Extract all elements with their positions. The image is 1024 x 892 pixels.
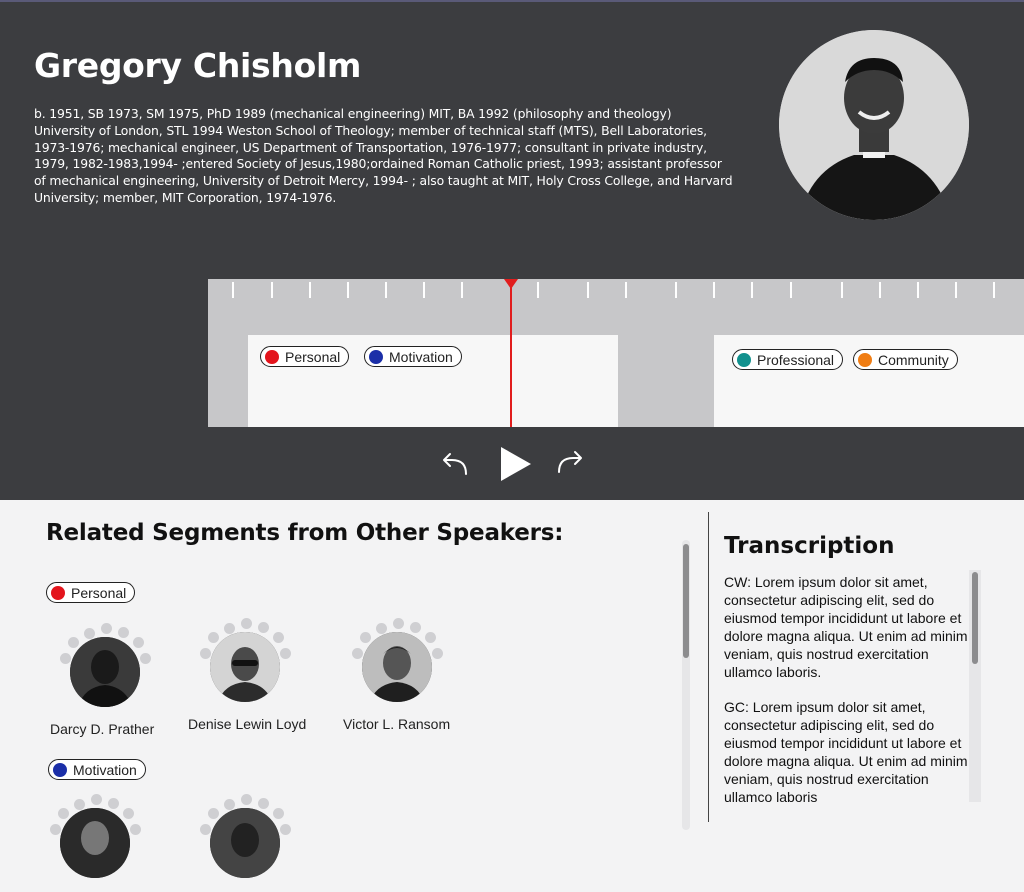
ruler-tick (347, 282, 349, 298)
ruler-tick (423, 282, 425, 298)
ruler-tick (309, 282, 311, 298)
speaker-ring (56, 623, 154, 721)
tag-label: Professional (757, 351, 835, 368)
segment-timeline[interactable]: Personal Motivation Professional Communi… (208, 279, 1024, 427)
ruler-tick (917, 282, 919, 298)
ruler-tick (625, 282, 627, 298)
speaker-name: Darcy D. Prather (50, 721, 155, 737)
speaker-ring (348, 618, 446, 716)
speaker-card[interactable]: Victor L. Ransom (343, 618, 450, 732)
tag-color-dot (369, 349, 383, 364)
ruler-tick (841, 282, 843, 298)
ruler-tick (232, 282, 234, 298)
playhead-handle[interactable] (504, 279, 518, 289)
panel-divider (708, 512, 709, 822)
speaker-avatar (210, 632, 280, 702)
ruler-tick (537, 282, 539, 298)
tag-color-dot (737, 352, 751, 367)
playhead[interactable] (510, 287, 512, 427)
tag-chip[interactable]: Community (853, 349, 958, 370)
ruler-tick (713, 282, 715, 298)
transcription-title: Transcription (724, 533, 895, 559)
ruler-tick (271, 282, 273, 298)
speaker-avatar (70, 637, 140, 707)
tag-label: Community (878, 351, 949, 368)
tag-label: Motivation (389, 348, 453, 365)
tag-color-dot (858, 352, 872, 367)
speaker-card[interactable] (46, 794, 144, 892)
tag-color-dot (265, 349, 279, 364)
speaker-card[interactable] (196, 794, 294, 892)
ruler-tick (993, 282, 995, 298)
speaker-avatar (362, 632, 432, 702)
timeline-segment[interactable]: Professional Community (714, 335, 1024, 427)
forward-icon[interactable] (553, 448, 585, 480)
scrollbar-thumb[interactable] (683, 544, 689, 658)
rewind-icon[interactable] (440, 450, 472, 482)
tag-chip[interactable]: Professional (732, 349, 844, 370)
speaker-card[interactable]: Darcy D. Prather (50, 623, 154, 737)
playback-controls (0, 442, 1024, 484)
speaker-ring (196, 618, 294, 716)
tag-label: Motivation (73, 761, 137, 778)
tag-label: Personal (285, 348, 341, 365)
speaker-ring (196, 794, 294, 892)
ruler-tick (955, 282, 957, 298)
ruler-tick (675, 282, 677, 298)
transcript-paragraph: GC: Lorem ipsum dolor sit amet, consecte… (724, 699, 968, 805)
speaker-bio: b. 1951, SB 1973, SM 1975, PhD 1989 (mec… (34, 106, 733, 205)
related-segments-title: Related Segments from Other Speakers: (46, 520, 564, 546)
speaker-name: Gregory Chisholm (34, 46, 362, 85)
tag-color-dot (53, 762, 67, 777)
speaker-avatar (60, 808, 130, 878)
transcription-text: CW: Lorem ipsum dolor sit amet, consecte… (724, 573, 968, 823)
ruler-tick (461, 282, 463, 298)
speaker-avatar (779, 30, 969, 220)
ruler-tick (385, 282, 387, 298)
transcript-paragraph: CW: Lorem ipsum dolor sit amet, consecte… (724, 574, 968, 680)
ruler-tick (587, 282, 589, 298)
speaker-ring (46, 794, 144, 892)
ruler-tick (751, 282, 753, 298)
speaker-header: Gregory Chisholm b. 1951, SB 1973, SM 19… (0, 2, 1024, 500)
speaker-name: Denise Lewin Loyd (188, 716, 307, 732)
related-scrollbar[interactable] (682, 540, 690, 830)
time-ruler[interactable] (208, 279, 1024, 303)
ruler-tick (790, 282, 792, 298)
play-icon[interactable] (499, 445, 533, 487)
tag-label: Personal (71, 584, 127, 601)
speaker-name: Victor L. Ransom (343, 716, 451, 732)
speaker-avatar (210, 808, 280, 878)
tag-chip[interactable]: Personal (46, 582, 136, 603)
speaker-card[interactable]: Denise Lewin Loyd (188, 618, 306, 732)
tag-chip[interactable]: Motivation (48, 759, 146, 780)
tag-chip[interactable]: Motivation (364, 346, 462, 367)
transcription-scrollbar[interactable] (969, 570, 981, 802)
tag-color-dot (51, 585, 65, 600)
timeline-segment[interactable]: Personal Motivation (248, 335, 618, 427)
ruler-tick (879, 282, 881, 298)
tag-chip[interactable]: Personal (260, 346, 350, 367)
scrollbar-thumb[interactable] (972, 572, 978, 664)
